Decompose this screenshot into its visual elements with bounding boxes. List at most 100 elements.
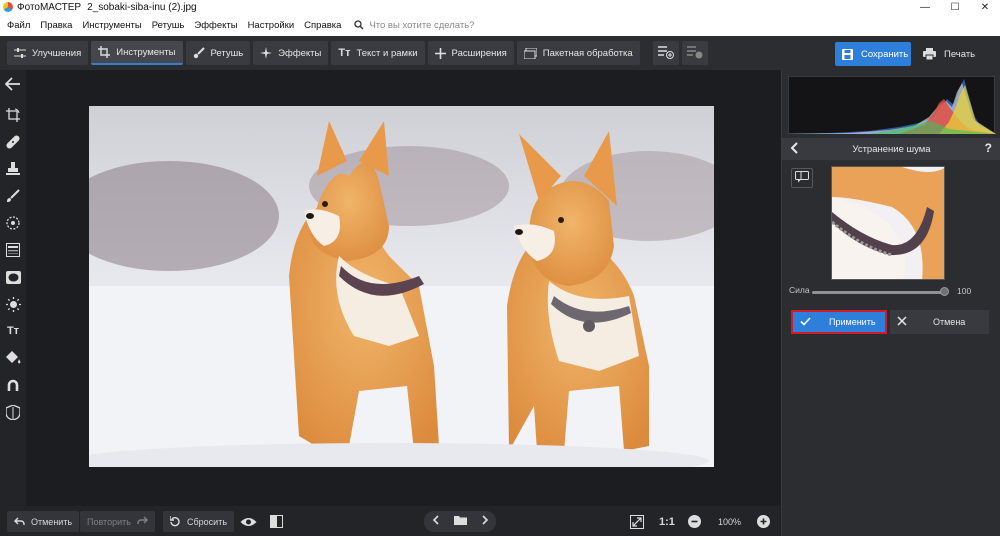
back-arrow-icon[interactable] xyxy=(4,75,22,93)
apply-button-label: Применить xyxy=(829,317,876,327)
print-button-label: Печать xyxy=(944,48,976,60)
tab-text-frames[interactable]: Tт Текст и рамки xyxy=(331,41,425,65)
undo-label: Отменить xyxy=(31,516,73,527)
search-icon xyxy=(354,20,364,30)
panel-title: Устранение шума xyxy=(852,143,931,155)
strength-slider-fill xyxy=(812,291,946,294)
menu-effects[interactable]: Эффекты xyxy=(191,20,240,31)
compare-speech-icon xyxy=(795,170,809,186)
radial-filter-icon[interactable] xyxy=(4,214,22,232)
tab-effects-label: Эффекты xyxy=(278,47,322,59)
title-bar: ФотоМАСТЕР 2_sobaki-siba-inu (2).jpg — ☐… xyxy=(0,0,1000,14)
tab-extensions[interactable]: Расширения xyxy=(427,41,514,65)
menu-search[interactable]: Что вы хотите сделать? xyxy=(354,20,474,31)
batch-icon xyxy=(523,47,537,59)
close-icon xyxy=(897,316,907,328)
chevron-left-icon[interactable] xyxy=(790,142,798,157)
floppy-icon xyxy=(842,48,853,60)
strength-slider-handle[interactable] xyxy=(940,287,949,296)
tab-batch[interactable]: Пакетная обработка xyxy=(516,41,640,65)
preset-remove-icon xyxy=(686,45,703,62)
app-name: ФотоМАСТЕР xyxy=(17,1,82,13)
search-placeholder: Что вы хотите сделать? xyxy=(369,19,475,31)
tab-retouch[interactable]: Ретушь xyxy=(185,41,251,65)
panel-header: Устранение шума ? xyxy=(782,138,1000,160)
text-tool-icon[interactable]: Tт xyxy=(4,322,22,340)
menu-help[interactable]: Справка xyxy=(301,20,344,31)
preset-add-icon xyxy=(657,45,674,62)
zoom-out-icon[interactable] xyxy=(688,511,701,532)
strength-label: Сила xyxy=(789,285,810,295)
sliders-icon xyxy=(14,48,26,58)
previous-image-icon[interactable] xyxy=(432,515,439,528)
right-panel: Устранение шума ? Сила 100 Применить Отм… xyxy=(781,70,1000,536)
light-icon[interactable] xyxy=(4,295,22,313)
file-name: 2_sobaki-siba-inu (2).jpg xyxy=(87,1,197,13)
cancel-button-label: Отмена xyxy=(933,317,966,327)
tab-enhancements-label: Улучшения xyxy=(32,47,82,59)
save-button-label: Сохранить xyxy=(861,48,909,60)
apply-button[interactable]: Применить xyxy=(791,310,887,334)
compare-button[interactable] xyxy=(791,168,813,188)
redo-label: Повторить xyxy=(87,516,131,527)
shield-icon[interactable] xyxy=(4,403,22,421)
tab-retouch-label: Ретушь xyxy=(210,47,244,59)
photo-shiba-inu-dogs[interactable] xyxy=(89,106,714,467)
cancel-button[interactable]: Отмена xyxy=(890,310,989,334)
text-icon: Tт xyxy=(338,47,351,59)
left-tool-strip: Tт xyxy=(0,70,26,506)
menu-edit[interactable]: Правка xyxy=(37,20,75,31)
menu-file[interactable]: Файл xyxy=(4,20,33,31)
undo-button[interactable]: Отменить xyxy=(7,511,80,532)
brush-tool-icon[interactable] xyxy=(4,187,22,205)
printer-icon xyxy=(923,48,936,60)
menu-tools[interactable]: Инструменты xyxy=(79,20,144,31)
vignette-icon[interactable] xyxy=(4,268,22,286)
actual-size-button[interactable]: 1:1 xyxy=(659,511,675,532)
maximize-button[interactable]: ☐ xyxy=(940,0,970,14)
reset-button[interactable]: Сбросить xyxy=(163,511,235,532)
detail-preview xyxy=(831,166,945,280)
add-preset-button[interactable] xyxy=(652,41,679,65)
folder-icon[interactable] xyxy=(453,515,467,528)
rotate-icon[interactable] xyxy=(4,106,22,124)
stamp-icon[interactable] xyxy=(4,160,22,178)
split-view-icon[interactable] xyxy=(270,511,283,532)
zoom-value: 100% xyxy=(718,516,742,527)
tab-tools-label: Инструменты xyxy=(116,46,176,58)
fit-to-screen-icon[interactable] xyxy=(630,511,644,532)
bottom-bar: Отменить Повторить Сбросить 1:1 100% xyxy=(0,506,780,536)
save-button[interactable]: Сохранить xyxy=(835,42,911,66)
remove-preset-button[interactable] xyxy=(681,41,708,65)
menu-retouch[interactable]: Ретушь xyxy=(149,20,188,31)
close-button[interactable]: ✕ xyxy=(970,0,1000,14)
strength-slider[interactable] xyxy=(812,291,946,294)
menu-settings[interactable]: Настройки xyxy=(245,20,298,31)
app-logo-icon xyxy=(3,2,13,12)
menu-bar: Файл Правка Инструменты Ретушь Эффекты Н… xyxy=(0,14,1000,36)
dogs-illustration xyxy=(89,106,714,467)
undo-icon xyxy=(14,517,25,526)
plus-icon xyxy=(434,47,446,59)
healing-patch-icon[interactable] xyxy=(4,133,22,151)
eye-icon[interactable] xyxy=(240,511,257,532)
tab-batch-label: Пакетная обработка xyxy=(542,47,633,59)
help-button[interactable]: ? xyxy=(985,141,992,155)
tab-enhancements[interactable]: Улучшения xyxy=(7,41,89,65)
checkmark-icon xyxy=(800,316,811,328)
tab-text-frames-label: Текст и рамки xyxy=(356,47,418,59)
print-button[interactable]: Печать xyxy=(917,42,987,66)
histogram xyxy=(788,76,996,134)
strength-value: 100 xyxy=(957,286,972,296)
next-image-icon[interactable] xyxy=(481,515,489,528)
sparkle-icon xyxy=(260,47,273,59)
minimize-button[interactable]: — xyxy=(910,0,940,14)
horseshoe-icon[interactable] xyxy=(4,376,22,394)
tab-tools[interactable]: Инструменты xyxy=(91,41,183,65)
redo-button[interactable]: Повторить xyxy=(80,511,155,532)
gradient-filter-icon[interactable] xyxy=(4,241,22,259)
fill-icon[interactable] xyxy=(4,349,22,367)
brush-icon xyxy=(193,47,205,59)
tab-effects[interactable]: Эффекты xyxy=(253,41,329,65)
zoom-in-icon[interactable] xyxy=(757,511,770,532)
